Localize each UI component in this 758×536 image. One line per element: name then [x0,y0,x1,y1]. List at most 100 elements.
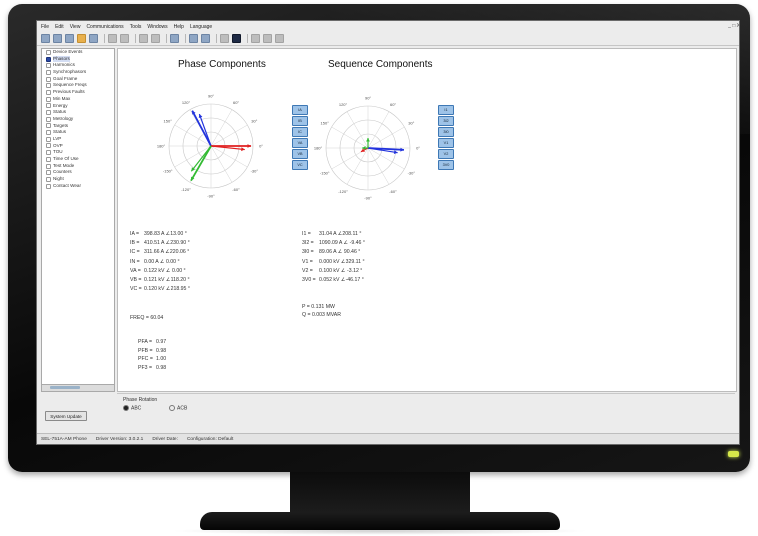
radio-acb-icon[interactable] [169,405,175,411]
tree-item-label: Status [53,129,67,135]
folder-icon[interactable] [77,34,86,43]
value-row: 3I2 = 1090.09 A ∠ -9.46 ° [302,240,365,246]
tree-item[interactable]: Min Max [42,96,114,103]
new-icon[interactable] [41,34,50,43]
redo-icon[interactable] [151,34,160,43]
value-text: 0.00 A ∠ 0.00 ° [144,258,180,265]
phasor-toggle-button[interactable]: V2 [438,149,454,159]
tree-item[interactable]: Counters [42,169,114,176]
menu-edit[interactable]: Edit [55,24,64,30]
rotation-option-abc[interactable]: ABC [123,405,141,411]
sequence-components-title: Sequence Components [328,59,433,70]
tree-item[interactable]: Device Events [42,49,114,56]
phasor-toggle-button[interactable]: VA [292,138,308,148]
tree-item[interactable]: Phasors [42,55,114,63]
tree-item-label: Contact Wear [53,182,81,188]
tree-item[interactable]: Energy [42,103,114,110]
report-icon[interactable] [251,34,260,43]
tree-item-label: Metrology [53,115,74,121]
phasor-toggle-button[interactable]: IA [292,105,308,115]
tree-item-label: Counters [53,169,72,175]
tree-node-icon [46,63,51,69]
phasor-arrowhead [400,147,404,152]
connect-icon[interactable] [189,34,198,43]
phasor-toggle-button[interactable]: VC [292,160,308,170]
undo-icon[interactable] [139,34,148,43]
value-row: IB = 410.51 A ∠230.90 ° [130,240,190,246]
menu-language[interactable]: Language [190,24,212,30]
value-text: 0.122 kV ∠ 0.00 ° [144,267,186,274]
menu-windows[interactable]: Windows [147,24,167,30]
polar-spoke [210,145,233,183]
rotation-option-acb[interactable]: ACB [169,405,187,411]
menu-help[interactable]: Help [174,24,184,30]
tree-item[interactable]: Targets [42,123,114,130]
phasor-toggle-button[interactable]: V1 [438,138,454,148]
value-label: I1 = [302,231,311,237]
tree-item[interactable]: Metrology [42,116,114,123]
settings-icon[interactable] [220,34,229,43]
tree-item[interactable]: LVP [42,136,114,143]
menu-communications[interactable]: Communications [86,24,123,30]
print-icon[interactable] [89,34,98,43]
tree-item[interactable]: Status [42,109,114,116]
tree-item[interactable]: Goal Frame [42,76,114,83]
value-row: 3V0 = 0.052 kV ∠-46.17 ° [302,277,364,283]
polar-spoke [346,111,369,149]
phasor-toggle-button[interactable]: IB [292,116,308,126]
terminal-icon[interactable] [232,34,241,43]
polar-angle-label: 150° [164,119,173,124]
system-update-button[interactable]: System Update [45,411,87,421]
phasor-toggle-button[interactable]: 3V0 [438,160,454,170]
cut-icon[interactable] [108,34,117,43]
polar-angle-label: 60° [233,100,239,105]
tree-scrollbar[interactable] [41,384,115,392]
value-row: I1 = 31.04 A ∠208.11 ° [302,231,361,237]
menu-tools[interactable]: Tools [130,24,142,30]
tree-item[interactable]: TOU [42,149,114,156]
open-icon[interactable] [53,34,62,43]
disconnect-icon[interactable] [201,34,210,43]
phasor-toggle-button[interactable]: VB [292,149,308,159]
help-icon[interactable] [170,34,179,43]
polar-angle-label: -60° [232,187,240,192]
tree-item-label: LVP [53,135,62,141]
chart-icon[interactable] [263,34,272,43]
status-device: SEL-751A-AM Phone [41,437,87,442]
phasor-toggle-button[interactable]: 3I0 [438,127,454,137]
toolbar [37,32,739,46]
tree-node-icon [46,76,51,82]
tree-item[interactable]: Time Of Use [42,156,114,163]
menu-file[interactable]: File [41,24,49,30]
device-tree[interactable]: Device Events Phasors Harmonics Synchrophas… [41,48,115,392]
power-led-icon [728,451,739,457]
tree-item[interactable]: Synchrophasors [42,69,114,76]
phasor-toggle-button[interactable]: 3I2 [438,116,454,126]
tree-item-label: Energy [53,102,68,108]
radio-abc-icon[interactable] [123,405,129,411]
phasor-toggle-button[interactable]: IC [292,127,308,137]
log-icon[interactable] [275,34,284,43]
tree-item[interactable]: Test Mode [42,163,114,170]
copy-icon[interactable] [120,34,129,43]
tree-item[interactable]: Contact Wear [42,183,114,190]
tree-item[interactable]: Previous Faults [42,89,114,96]
value-row: V2 = 0.100 kV ∠ -3.12 ° [302,268,362,274]
phasor-toggle-button[interactable]: I1 [438,105,454,115]
tree-node-icon [46,130,51,136]
tree-item[interactable]: Night [42,176,114,183]
menu-view[interactable]: View [70,24,81,30]
value-label: VB = [130,277,142,283]
tree-item[interactable]: Harmonics [42,62,114,69]
polar-angle-label: -150° [320,171,330,176]
tree-item-label: Sequence Freqs [53,82,87,88]
tree-item[interactable]: OVP [42,143,114,150]
toolbar-separator [247,34,248,43]
tree-item[interactable]: Sequence Freqs [42,82,114,89]
save-icon[interactable] [65,34,74,43]
tree-scrollbar-thumb[interactable] [50,386,80,389]
window-controls[interactable]: _ □ X [728,23,739,29]
value-row: IC = 311.66 A ∠220.06 ° [130,249,189,255]
tree-item[interactable]: Status [42,129,114,136]
polar-angle-label: -30° [408,171,416,176]
